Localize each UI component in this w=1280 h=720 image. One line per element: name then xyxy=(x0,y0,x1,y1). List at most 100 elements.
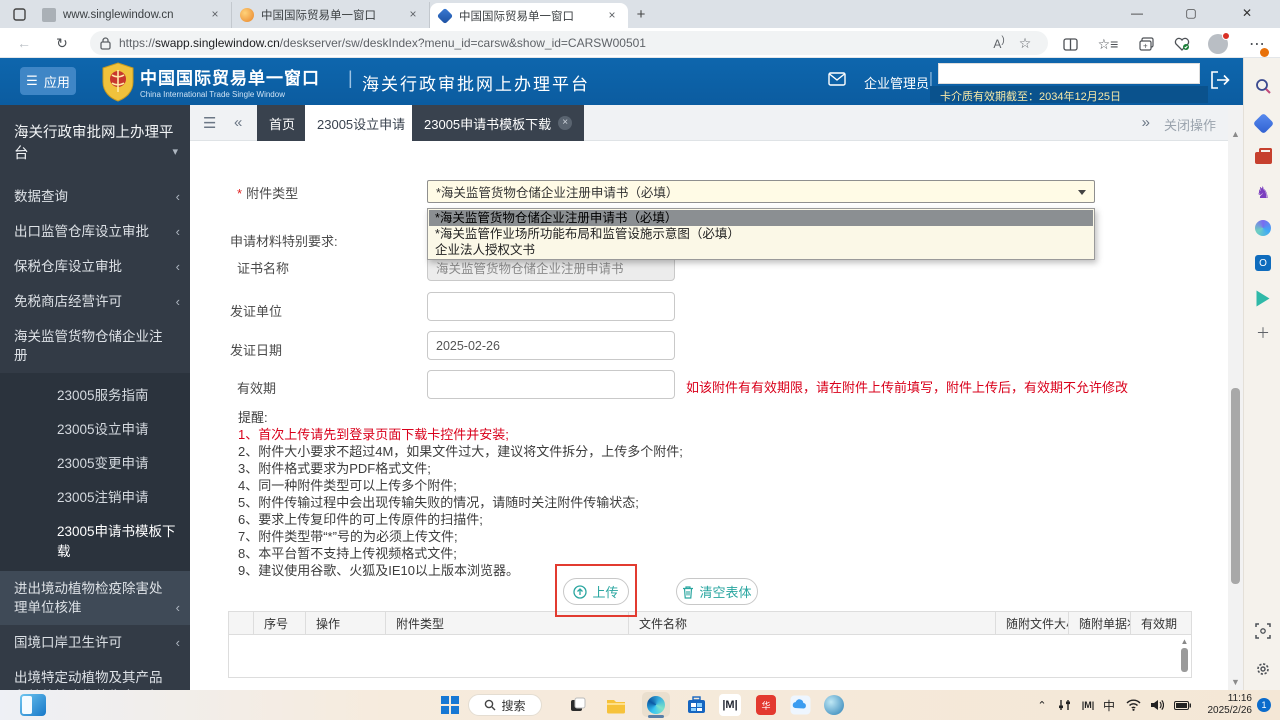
sidebar-item-pest-treatment[interactable]: 进出境动植物检疫除害处理单位核准‹ xyxy=(0,571,190,625)
copilot-icon[interactable] xyxy=(1252,217,1274,239)
sidebar-item-exit-plants-registration[interactable]: 出境特定动植物及其产品和其他检疫物的生产、加工、存放单位注册登记‹ xyxy=(0,660,190,690)
task-view-icon[interactable] xyxy=(566,694,590,716)
col-validity: 有效期 xyxy=(1131,612,1191,634)
tab-close-icon[interactable]: × xyxy=(405,7,421,23)
page-scrollbar[interactable]: ▲ ▼ xyxy=(1228,105,1243,690)
taskbar-search[interactable]: 搜索 xyxy=(468,694,542,716)
sidebar-subitem-template-download[interactable]: 23005申请书模板下载 xyxy=(0,513,190,567)
drop-icon[interactable] xyxy=(1252,287,1274,309)
refresh-icon[interactable]: ↻ xyxy=(50,32,74,54)
browser-essentials-icon[interactable] xyxy=(1168,33,1196,55)
sidebar-settings-gear-icon[interactable] xyxy=(1252,658,1274,680)
tabs-scroll-left-icon[interactable]: « xyxy=(234,114,242,131)
attachment-form: *附件类型 *海关监管货物仓储企业注册申请书（必填） *海关监管货物仓储企业注册… xyxy=(190,141,1228,690)
table-body-empty: ▲ xyxy=(228,635,1192,678)
sidebar-item-storage-enterprise[interactable]: 海关监管货物仓储企业注册 xyxy=(0,319,190,373)
sidebar-subitem-change-apply[interactable]: 23005变更申请 xyxy=(0,445,190,479)
work-tab-template-download[interactable]: 23005申请书模板下载 × xyxy=(412,105,584,141)
widgets-icon[interactable] xyxy=(20,694,46,716)
card-key-input[interactable] xyxy=(938,63,1200,84)
dropdown-option-3[interactable]: 企业法人授权文书 xyxy=(429,242,1093,258)
sidebar-add-icon[interactable]: ＋ xyxy=(1252,322,1274,344)
sidebar-subitem-setup-apply[interactable]: 23005设立申请 xyxy=(0,411,190,445)
window-maximize-button[interactable]: ▢ xyxy=(1170,0,1212,26)
issuer-input[interactable] xyxy=(427,292,675,321)
sidebar-item-export-warehouse[interactable]: 出口监管仓库设立审批‹ xyxy=(0,214,190,249)
red-app-icon[interactable]: 华 xyxy=(754,694,778,716)
screenshot-icon[interactable] xyxy=(1252,620,1274,642)
dropdown-option-2[interactable]: *海关监管作业场所功能布局和监管设施示意图（必填） xyxy=(429,226,1093,242)
shopping-icon[interactable] xyxy=(1252,112,1274,134)
sidebar-subitem-cancel-apply[interactable]: 23005注销申请 xyxy=(0,479,190,513)
mail-icon[interactable] xyxy=(828,72,846,91)
close-operations-button[interactable]: 关闭操作 xyxy=(1164,115,1216,134)
apps-menu-button[interactable]: ☰ 应用 xyxy=(20,67,76,95)
sidebar-item-data-query[interactable]: 数据查询‹ xyxy=(0,179,190,214)
user-role-label[interactable]: 企业管理员 xyxy=(864,73,929,92)
tray-mixer-icon[interactable] xyxy=(1054,690,1076,720)
battery-icon[interactable] xyxy=(1170,690,1194,720)
games-icon[interactable]: ♞ xyxy=(1252,182,1274,204)
favorite-star-icon[interactable]: ☆ xyxy=(1012,35,1038,52)
globe-app-icon[interactable] xyxy=(822,694,846,716)
edge-browser-icon[interactable] xyxy=(642,692,670,717)
more-menu-icon[interactable]: ⋯ xyxy=(1243,33,1271,55)
edge-sidebar: ♞ O ＋ xyxy=(1243,58,1280,690)
clear-table-button[interactable]: 清空表体 xyxy=(676,578,758,605)
tools-icon[interactable] xyxy=(1252,147,1274,169)
browser-tab-3-active[interactable]: 中国国际贸易单一窗口 × xyxy=(430,3,628,28)
collections-icon[interactable]: + xyxy=(1132,33,1160,55)
url-field[interactable]: https://swapp.singlewindow.cn/deskserver… xyxy=(90,31,1048,55)
browser-tab-1[interactable]: www.singlewindow.cn × xyxy=(34,2,232,28)
tabs-scroll-right-icon[interactable]: » xyxy=(1142,114,1150,131)
issue-date-input[interactable]: 2025-02-26 xyxy=(427,331,675,360)
sidebar-search-icon[interactable] xyxy=(1252,75,1274,97)
notification-badge[interactable]: 1 xyxy=(1257,698,1271,712)
start-button[interactable] xyxy=(438,694,462,716)
scroll-up-icon[interactable]: ▲ xyxy=(1180,637,1189,646)
attachment-type-select[interactable]: *海关监管货物仓储企业注册申请书（必填） xyxy=(427,180,1095,203)
table-scrollbar[interactable]: ▲ xyxy=(1180,637,1189,676)
tray-m-icon[interactable]: |M| xyxy=(1078,690,1098,720)
sidebar-item-bonded-warehouse[interactable]: 保税仓库设立审批‹ xyxy=(0,249,190,284)
ime-indicator[interactable]: 中 xyxy=(1100,690,1118,720)
m-app-icon[interactable]: |M| xyxy=(719,694,741,716)
file-explorer-icon[interactable] xyxy=(604,694,628,716)
tab-close-icon[interactable]: × xyxy=(604,8,620,24)
volume-icon[interactable] xyxy=(1146,690,1168,720)
new-tab-button[interactable]: + xyxy=(628,2,654,26)
tray-expand-icon[interactable]: ⌃ xyxy=(1032,690,1052,720)
scrollbar-thumb[interactable] xyxy=(1231,388,1240,584)
attachment-type-dropdown: *海关监管货物仓储企业注册申请书（必填） *海关监管作业场所功能布局和监管设施示… xyxy=(427,208,1095,260)
favorites-bar-icon[interactable]: ☆≡ xyxy=(1094,33,1122,55)
outlook-icon[interactable]: O xyxy=(1252,252,1274,274)
tab-close-icon[interactable]: × xyxy=(558,116,572,130)
logout-icon[interactable] xyxy=(1210,71,1230,94)
window-minimize-button[interactable]: — xyxy=(1116,0,1158,26)
tab-actions-icon[interactable] xyxy=(6,2,32,26)
sidebar-title[interactable]: 海关行政审批网上办理平台 ▾ xyxy=(0,105,190,179)
back-icon[interactable]: ← xyxy=(12,32,36,54)
scrollbar-thumb[interactable] xyxy=(1181,648,1188,672)
profile-avatar[interactable] xyxy=(1204,33,1232,55)
window-close-button[interactable]: ✕ xyxy=(1226,0,1268,26)
scroll-up-icon[interactable]: ▲ xyxy=(1228,129,1243,139)
split-screen-icon[interactable] xyxy=(1056,33,1084,55)
sidebar-item-duty-free-shop[interactable]: 免税商店经营许可‹ xyxy=(0,284,190,319)
tab-close-icon[interactable]: × xyxy=(207,7,223,23)
reminder-item: 3、附件格式要求为PDF格式文件; xyxy=(238,460,683,477)
tray-clock[interactable]: 11:16 2025/2/26 xyxy=(1196,693,1252,717)
browser-tab-2[interactable]: 中国国际贸易单一窗口 × xyxy=(232,2,430,28)
sidebar-item-port-hygiene[interactable]: 国境口岸卫生许可‹ xyxy=(0,625,190,660)
dropdown-option-1[interactable]: *海关监管货物仓储企业注册申请书（必填） xyxy=(429,210,1093,226)
cloud-app-icon[interactable] xyxy=(788,694,812,716)
scroll-down-icon[interactable]: ▼ xyxy=(1228,677,1243,687)
read-aloud-icon[interactable]: A) xyxy=(986,35,1012,51)
chevron-left-icon: ‹ xyxy=(176,222,180,241)
wifi-icon[interactable] xyxy=(1122,690,1144,720)
sidebar-subitem-service-guide[interactable]: 23005服务指南 xyxy=(0,377,190,411)
menu-icon[interactable]: ☰ xyxy=(203,114,216,132)
work-tab-home[interactable]: 首页 xyxy=(257,105,307,141)
microsoft-store-icon[interactable] xyxy=(684,694,708,716)
validity-input[interactable] xyxy=(427,370,675,399)
